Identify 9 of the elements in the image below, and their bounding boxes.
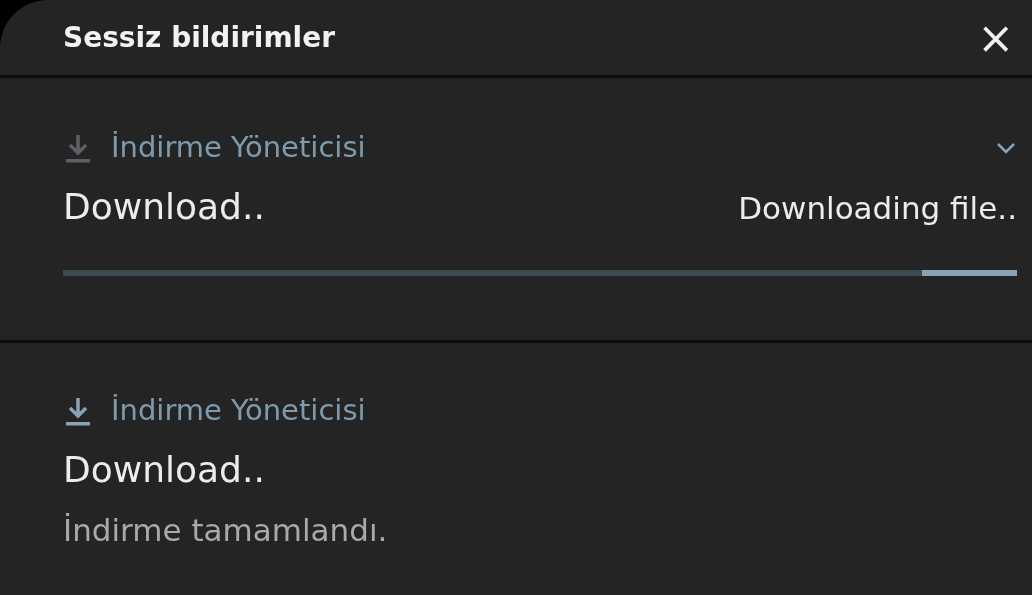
- notification-text: İndirme tamamlandı.: [63, 511, 389, 550]
- app-name: İndirme Yöneticisi: [111, 392, 367, 430]
- panel-title: Sessiz bildirimler: [63, 19, 335, 56]
- close-button[interactable]: ×: [973, 15, 1018, 60]
- app-name: İndirme Yöneticisi: [111, 129, 367, 167]
- status-text: Downloading file..: [738, 189, 1017, 228]
- chevron-down-icon[interactable]: [995, 141, 1017, 155]
- notification-title: Download..: [63, 185, 265, 229]
- notification-title: Download..: [63, 448, 266, 492]
